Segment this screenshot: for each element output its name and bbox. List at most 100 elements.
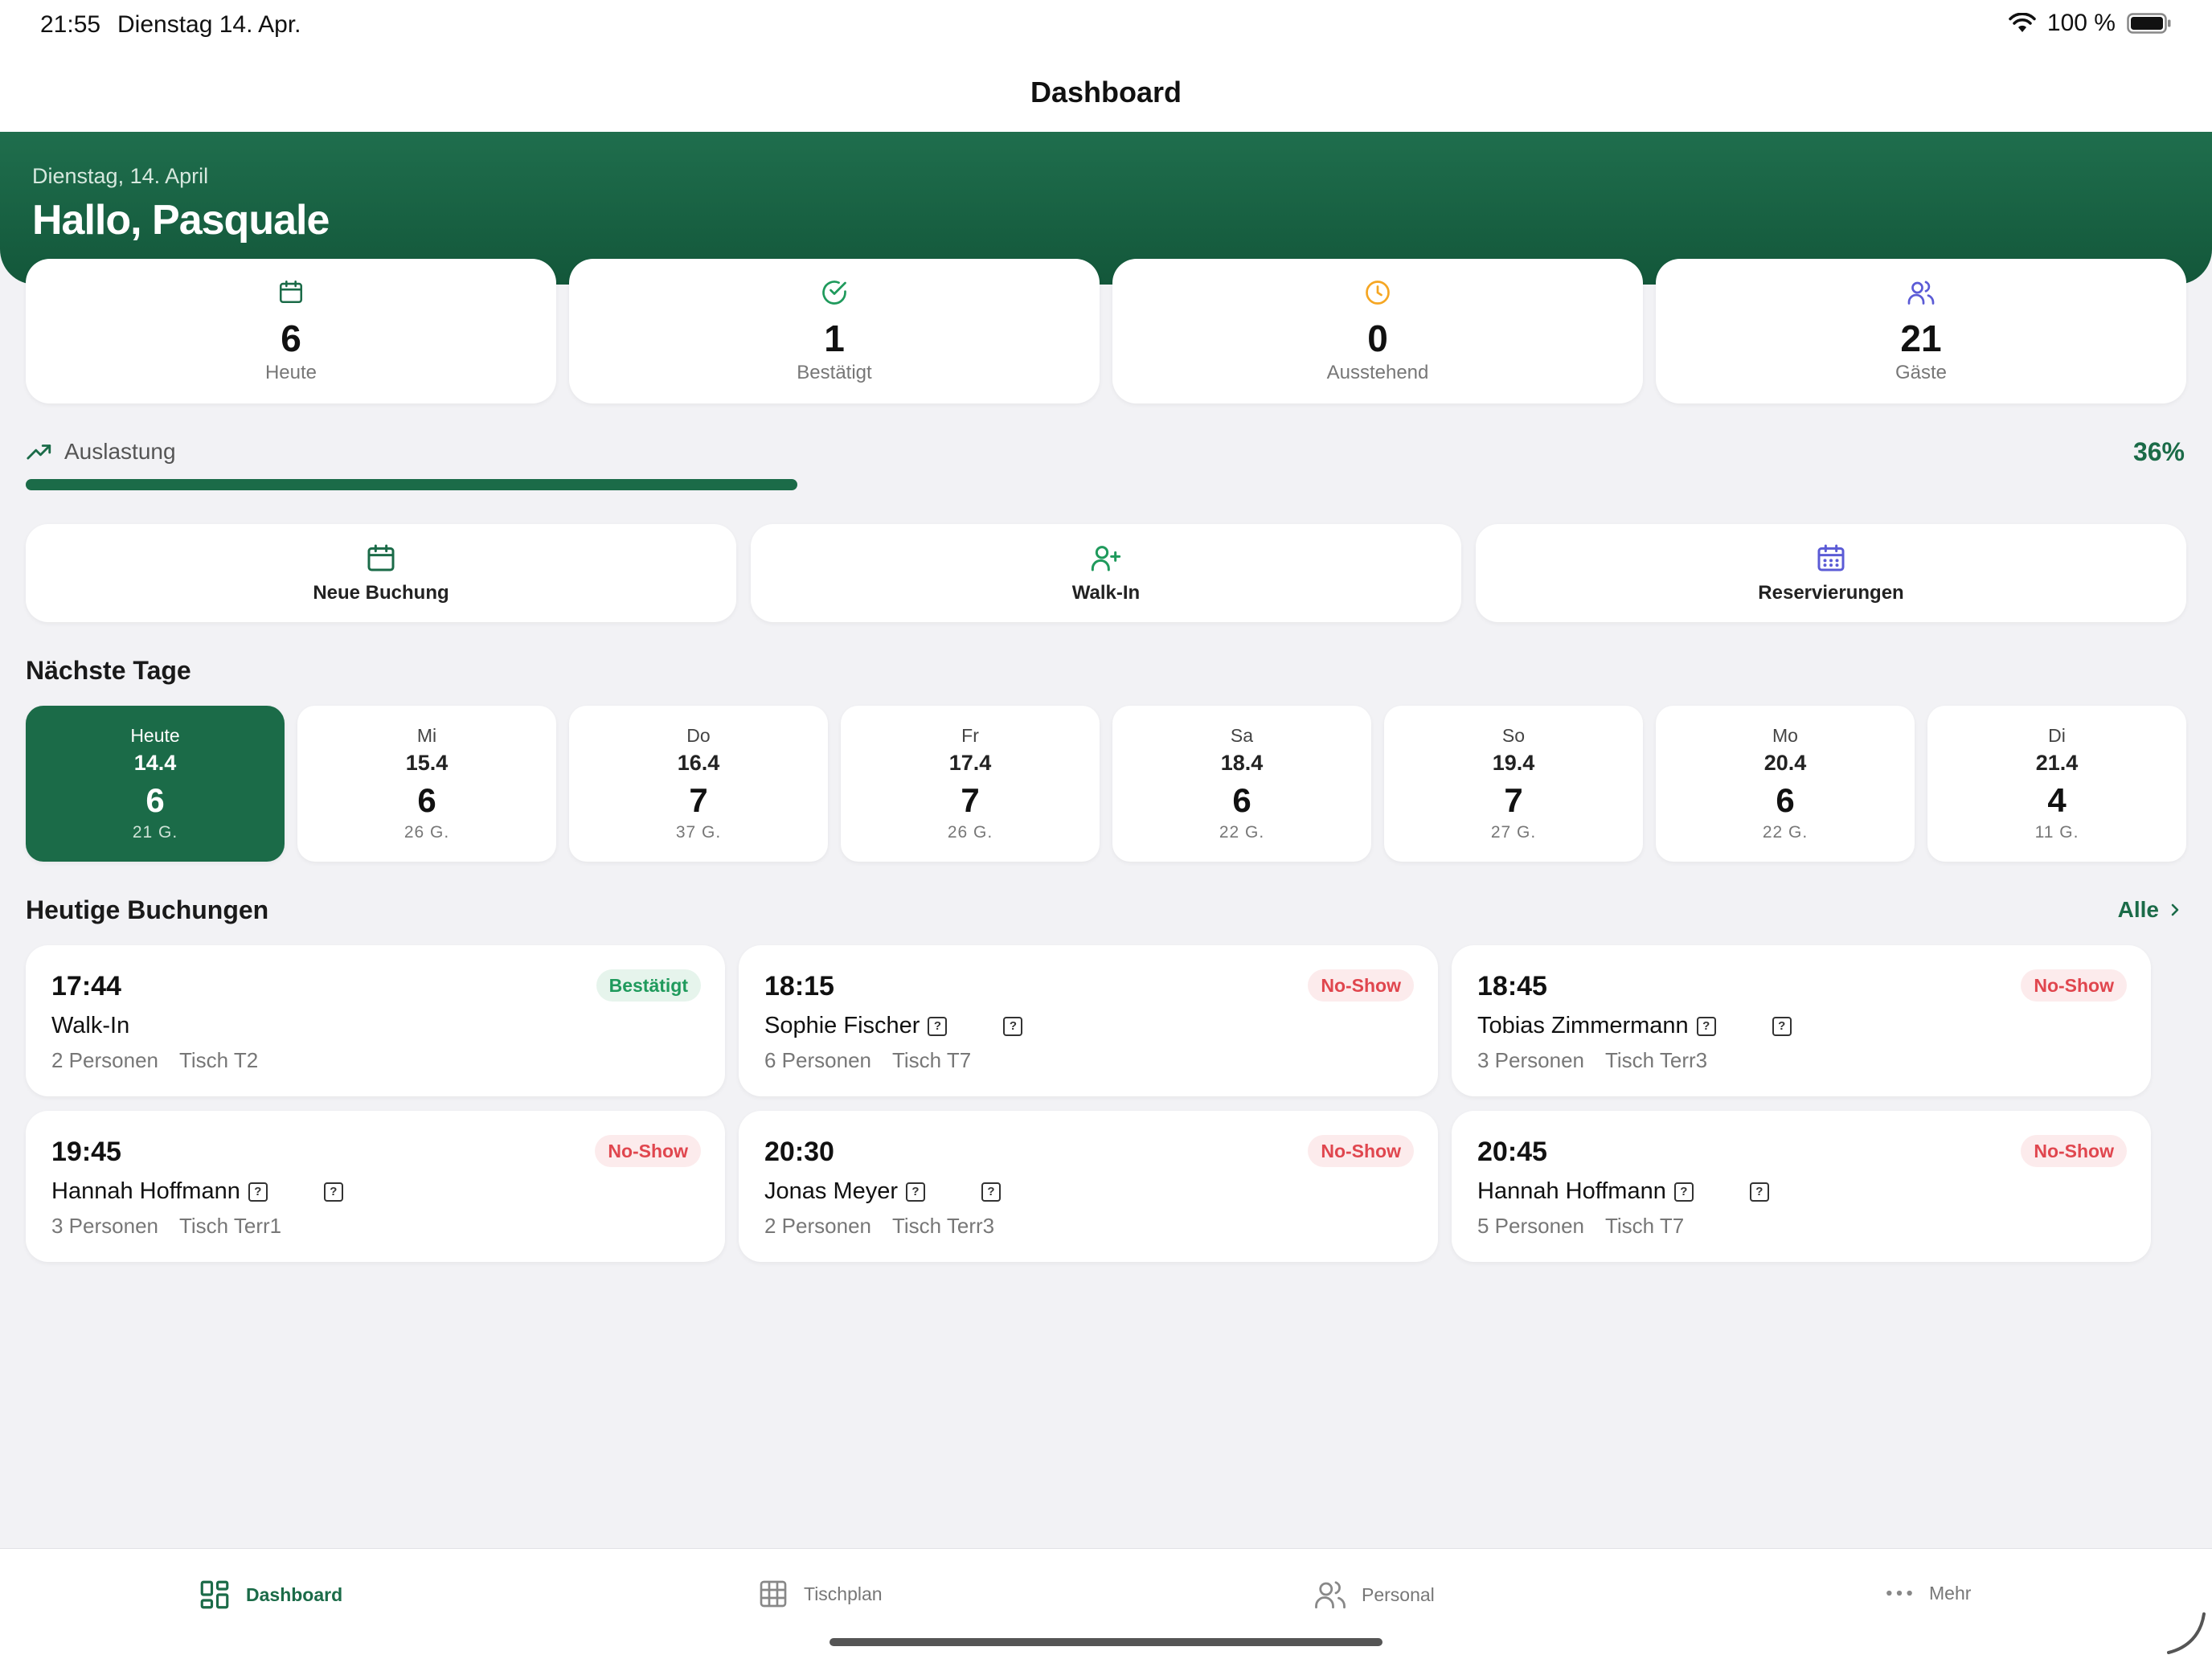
calendar-icon [367, 544, 395, 571]
all-bookings-link[interactable]: Alle [2118, 897, 2183, 923]
reservations-button[interactable]: Reservierungen [1476, 524, 2186, 622]
battery-icon [2127, 13, 2171, 34]
day-card-do[interactable]: Do 16.4 7 37 G. [569, 706, 828, 862]
booking-card[interactable]: 19:45 No-Show Hannah Hoffmann?? 3 Person… [26, 1111, 725, 1262]
stat-value: 0 [1367, 317, 1388, 359]
booking-guest-name: Sophie Fischer?? [764, 1013, 1023, 1039]
nav-bar: Dashboard [0, 51, 2212, 132]
stat-label: Heute [264, 362, 317, 383]
unknown-glyph-icon: ? [1772, 1016, 1792, 1036]
day-booking-count: 6 [145, 781, 165, 819]
day-guest-count: 11 G. [2034, 823, 2079, 842]
day-date: 21.4 [2035, 751, 2079, 775]
unknown-glyph-icon: ? [323, 1182, 343, 1202]
chevron-right-icon [2171, 903, 2179, 916]
day-card-sa[interactable]: Sa 18.4 6 22 G. [1112, 706, 1371, 862]
guest-name: Walk-In [51, 1013, 130, 1038]
walk-in-button[interactable]: Walk-In [751, 524, 1461, 622]
day-card-mi[interactable]: Mi 15.4 6 26 G. [297, 706, 556, 862]
day-name: Di [2048, 725, 2066, 746]
day-card-fr[interactable]: Fr 17.4 7 26 G. [841, 706, 1100, 862]
booking-persons: 3 Personen [1477, 1048, 1584, 1072]
calendar-icon [279, 280, 303, 304]
new-booking-button[interactable]: Neue Buchung [26, 524, 736, 622]
day-date: 20.4 [1763, 751, 1807, 775]
page-title: Dashboard [1030, 76, 1182, 109]
day-guest-count: 22 G. [1219, 823, 1265, 842]
booking-persons: 6 Personen [764, 1048, 871, 1072]
status-badge: Bestätigt [596, 969, 701, 1002]
next-days-title: Nächste Tage [26, 656, 191, 685]
booking-meta: 2 Personen Tisch T2 [51, 1048, 258, 1073]
day-booking-count: 7 [1504, 781, 1523, 819]
corner-swipe-icon [2167, 1612, 2206, 1654]
booking-persons: 3 Personen [51, 1214, 158, 1238]
day-booking-count: 4 [2047, 781, 2067, 819]
booking-card[interactable]: 17:44 Bestätigt Walk-In 2 Personen Tisch… [26, 945, 725, 1096]
day-name: Mo [1772, 725, 1798, 746]
stat-value: 21 [1900, 317, 1942, 359]
booking-time: 18:45 [1477, 971, 1547, 1002]
action-label: Walk-In [1071, 582, 1141, 604]
day-guest-count: 26 G. [947, 823, 993, 842]
booking-meta: 3 Personen Tisch Terr1 [51, 1214, 281, 1239]
unknown-glyph-icon: ? [1696, 1016, 1716, 1036]
stat-value: 1 [824, 317, 845, 359]
status-badge: No-Show [1308, 1135, 1414, 1167]
day-date: 17.4 [948, 751, 992, 775]
tab-dashboard[interactable]: Dashboard [198, 1578, 342, 1612]
guest-name: Tobias Zimmermann [1477, 1013, 1689, 1038]
all-bookings-label: Alle [2117, 897, 2159, 922]
occupancy-label: Auslastung [64, 439, 176, 464]
booking-guest-name: Walk-In [51, 1013, 129, 1039]
wifi-icon [2009, 13, 2036, 32]
guest-name: Hannah Hoffmann [51, 1178, 240, 1204]
trending-up-icon [27, 444, 51, 460]
day-card-today[interactable]: Heute 14.4 6 21 G. [26, 706, 285, 862]
home-indicator [830, 1638, 1382, 1646]
booking-guest-name: Hannah Hoffmann?? [1477, 1178, 1769, 1205]
day-card-di[interactable]: Di 21.4 4 11 G. [1927, 706, 2186, 862]
day-guest-count: 26 G. [403, 823, 450, 842]
booking-meta: 6 Personen Tisch T7 [764, 1048, 971, 1073]
guest-name: Sophie Fischer [764, 1013, 920, 1038]
stat-card-pending[interactable]: 0 Ausstehend [1112, 259, 1643, 403]
booking-card[interactable]: 18:45 No-Show Tobias Zimmermann?? 3 Pers… [1452, 945, 2151, 1096]
booking-card[interactable]: 20:45 No-Show Hannah Hoffmann?? 5 Person… [1452, 1111, 2151, 1262]
hero-date: Dienstag, 14. April [32, 164, 209, 188]
users-icon [1315, 1581, 1346, 1609]
tab-tischplan[interactable]: Tischplan [757, 1578, 883, 1610]
check-circle-icon [822, 281, 846, 305]
day-card-so[interactable]: So 19.4 7 27 G. [1384, 706, 1643, 862]
day-name: Fr [961, 725, 979, 746]
tab-personal[interactable]: Personal [1313, 1578, 1435, 1612]
booking-persons: 2 Personen [764, 1214, 871, 1238]
status-badge: No-Show [1308, 969, 1414, 1002]
day-name: Heute [130, 725, 180, 746]
battery-percent: 100 % [2046, 10, 2116, 36]
stat-label: Ausstehend [1326, 362, 1429, 383]
day-guest-count: 27 G. [1490, 823, 1537, 842]
tab-label: Mehr [1929, 1582, 1972, 1604]
booking-guest-name: Hannah Hoffmann?? [51, 1178, 343, 1205]
booking-card[interactable]: 20:30 No-Show Jonas Meyer?? 2 Personen T… [739, 1111, 1438, 1262]
tab-mehr[interactable]: Mehr [1884, 1578, 1971, 1608]
booking-table: Tisch T2 [178, 1048, 259, 1072]
stat-card-guests[interactable]: 21 Gäste [1656, 259, 2186, 403]
booking-time: 20:30 [764, 1137, 834, 1167]
status-date: Dienstag 14. Apr. [117, 11, 301, 38]
unknown-glyph-icon: ? [248, 1182, 268, 1202]
day-card-mo[interactable]: Mo 20.4 6 22 G. [1656, 706, 1915, 862]
tab-label: Personal [1362, 1583, 1435, 1605]
stat-card-today[interactable]: 6 Heute [26, 259, 556, 403]
day-booking-count: 7 [689, 781, 708, 819]
tab-label: Dashboard [246, 1583, 343, 1605]
action-label: Reservierungen [1758, 582, 1904, 604]
status-badge: No-Show [2021, 969, 2127, 1002]
booking-table: Tisch T7 [891, 1048, 972, 1072]
stat-card-confirmed[interactable]: 1 Bestätigt [569, 259, 1100, 403]
booking-card[interactable]: 18:15 No-Show Sophie Fischer?? 6 Persone… [739, 945, 1438, 1096]
day-name: Sa [1230, 725, 1254, 746]
booking-meta: 3 Personen Tisch Terr3 [1477, 1048, 1707, 1073]
booking-meta: 2 Personen Tisch Terr3 [764, 1214, 994, 1239]
